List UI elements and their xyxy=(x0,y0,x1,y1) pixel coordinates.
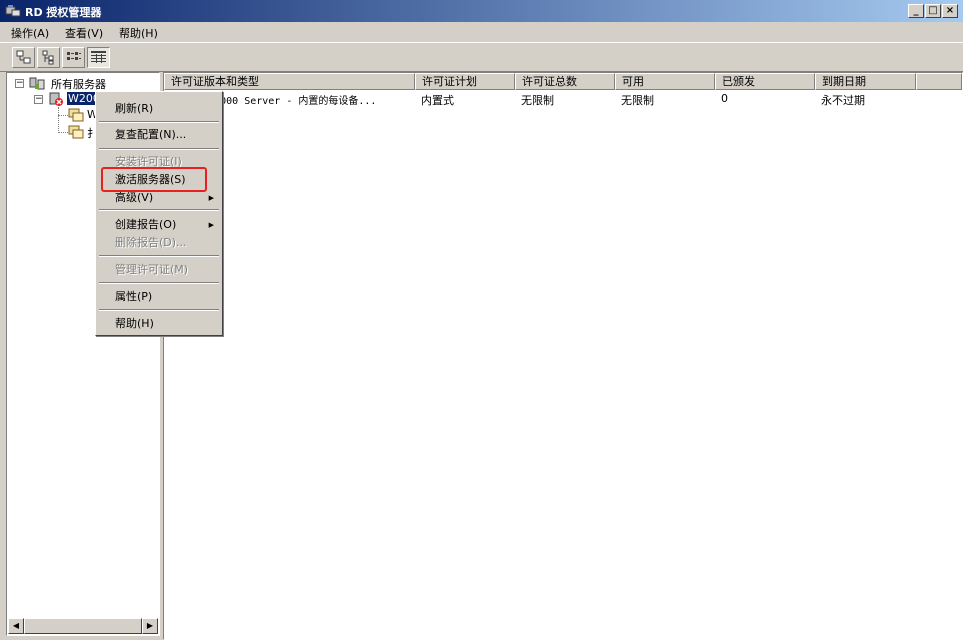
rd-licensing-app-icon xyxy=(5,5,21,17)
maximize-button[interactable]: □ xyxy=(925,4,941,18)
menu-item-manage-licenses: 管理许可证(M) xyxy=(115,263,189,276)
submenu-arrow-icon: ▶ xyxy=(208,194,214,202)
menu-item-review-configuration[interactable]: 复查配置(N)... xyxy=(98,126,220,144)
menu-help[interactable]: 帮助(H) xyxy=(119,25,158,41)
menu-bar: 操作(A) 查看(V) 帮助(H) xyxy=(0,22,963,42)
toolbar xyxy=(0,42,963,72)
tree-connector xyxy=(58,132,68,133)
scroll-left-icon[interactable]: ◀ xyxy=(8,618,24,634)
tree-connector xyxy=(58,107,59,133)
menu-separator xyxy=(99,309,219,311)
context-menu: 刷新(R) 复查配置(N)... 安装许可证(I) 激活服务器(S) 高级(V)… xyxy=(95,91,223,336)
menu-item-create-report-label: 创建报告(O) xyxy=(115,218,177,231)
cell-available: 无限制 xyxy=(621,94,654,107)
server-group-icon xyxy=(29,77,45,90)
menu-item-install-licenses: 安装许可证(I) xyxy=(115,155,182,168)
menu-action[interactable]: 操作(A) xyxy=(11,25,49,41)
menu-item-create-report[interactable]: 创建报告(O) ▶ xyxy=(98,216,220,234)
collapse-root-icon[interactable]: − xyxy=(15,79,24,88)
cell-expiry: 永不过期 xyxy=(821,94,865,107)
menu-view[interactable]: 查看(V) xyxy=(65,25,103,41)
tree-horizontal-scrollbar[interactable]: ◀ ▶ xyxy=(8,618,158,634)
minimize-button[interactable]: _ xyxy=(908,4,924,18)
menu-item-advanced[interactable]: 高级(V) ▶ xyxy=(98,189,220,207)
close-button[interactable]: × xyxy=(942,4,958,18)
column-header-available[interactable]: 可用 xyxy=(615,73,715,90)
column-header-total-licenses[interactable]: 许可证总数 xyxy=(515,73,615,90)
list-view-icon xyxy=(67,52,81,60)
details-view-button[interactable] xyxy=(87,47,110,68)
column-header-license-program[interactable]: 许可证计划 xyxy=(415,73,515,90)
menu-item-activate-server[interactable]: 激活服务器(S) xyxy=(98,171,220,189)
menu-separator xyxy=(99,282,219,284)
list-view-button[interactable] xyxy=(62,47,85,68)
scroll-thumb[interactable] xyxy=(24,618,142,634)
cell-issued: 0 xyxy=(721,92,728,105)
license-pack-icon xyxy=(68,125,84,139)
column-header-issued[interactable]: 已颁发 xyxy=(715,73,815,90)
column-header-expiry[interactable]: 到期日期 xyxy=(815,73,916,90)
close-icon: × xyxy=(945,5,955,16)
scroll-right-icon[interactable]: ▶ xyxy=(142,618,158,634)
title-bar: RD 授权管理器 _ □ × xyxy=(0,0,963,22)
menu-item-advanced-label: 高级(V) xyxy=(115,191,154,204)
details-view-icon xyxy=(91,51,106,63)
small-icons-view-button[interactable] xyxy=(37,47,60,68)
tree-connector xyxy=(58,115,68,116)
collapse-server-icon[interactable]: − xyxy=(34,95,43,104)
server-not-activated-icon xyxy=(49,92,63,106)
cell-license-program: 内置式 xyxy=(421,94,454,107)
menu-separator xyxy=(99,209,219,211)
small-icons-view-icon xyxy=(42,50,54,65)
tree-root-all-servers[interactable]: 所有服务器 xyxy=(51,76,106,92)
column-header-filler xyxy=(916,73,962,90)
large-icons-view-button[interactable] xyxy=(12,47,35,68)
submenu-arrow-icon: ▶ xyxy=(208,221,214,229)
column-header-license-type[interactable]: 许可证版本和类型 xyxy=(164,73,415,90)
menu-item-refresh[interactable]: 刷新(R) xyxy=(98,100,220,118)
cell-total-licenses: 无限制 xyxy=(521,94,554,107)
menu-separator xyxy=(99,148,219,150)
license-list[interactable]: 许可证版本和类型 许可证计划 许可证总数 可用 已颁发 到期日期 ...s 20… xyxy=(163,72,963,640)
menu-item-help[interactable]: 帮助(H) xyxy=(98,315,220,333)
window-title: RD 授权管理器 xyxy=(25,6,102,19)
license-pack-icon xyxy=(68,108,84,122)
maximize-icon: □ xyxy=(928,5,938,16)
menu-separator xyxy=(99,255,219,257)
menu-item-delete-report: 删除报告(D)... xyxy=(115,236,187,249)
menu-separator xyxy=(99,121,219,123)
large-icons-view-icon xyxy=(16,50,31,64)
menu-item-properties[interactable]: 属性(P) xyxy=(98,288,220,306)
minimize-icon: _ xyxy=(913,5,919,16)
